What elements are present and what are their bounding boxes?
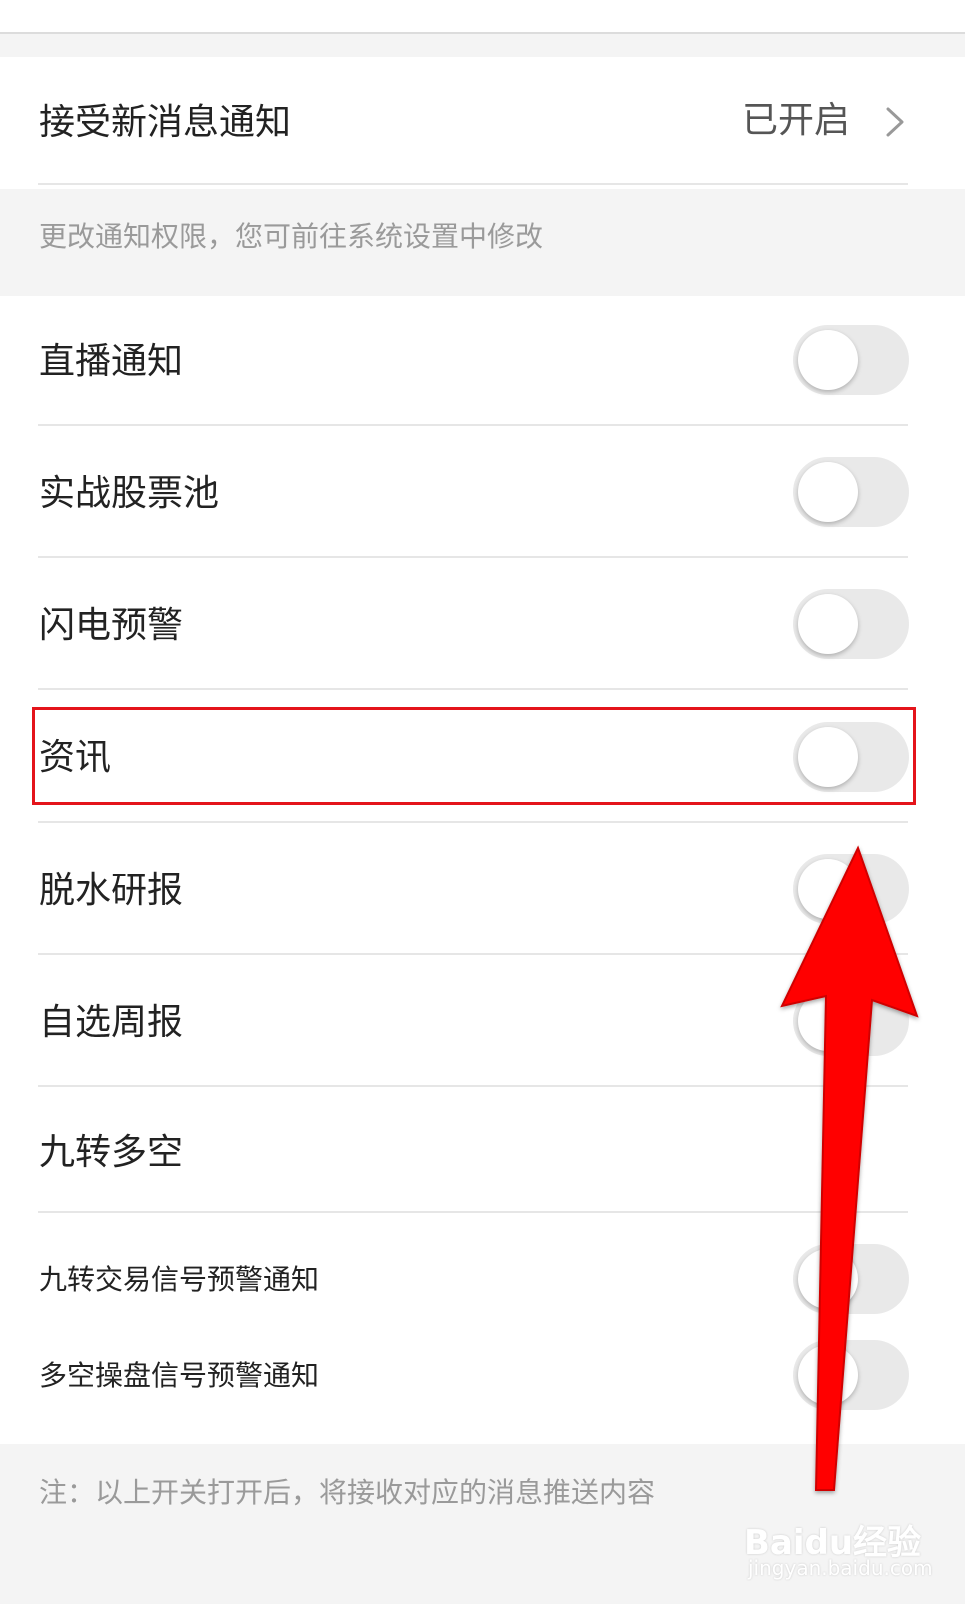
- toggle-knob: [798, 462, 858, 522]
- divider: [38, 1211, 908, 1213]
- toggle-knob: [798, 1249, 858, 1309]
- toggle-knob: [798, 1345, 858, 1405]
- divider: [38, 183, 908, 185]
- divider: [38, 556, 908, 558]
- weekly-report-toggle[interactable]: [793, 986, 909, 1056]
- toggle-label-stock-pool: 实战股票池: [39, 473, 220, 514]
- stock-pool-toggle[interactable]: [793, 457, 909, 527]
- jiuzhuan-signal-toggle[interactable]: [793, 1244, 909, 1314]
- toggle-list: 直播通知 实战股票池 闪电预警 资讯 脱水研报 自选周报 九转多空 九转交易信号…: [0, 296, 965, 1444]
- toggle-knob: [798, 330, 858, 390]
- toggle-label-weekly: 自选周报: [39, 1002, 184, 1043]
- footer-note: 注：以上开关打开后，将接收对应的消息推送内容: [39, 1476, 656, 1509]
- toggle-label-research: 脱水研报: [39, 870, 184, 911]
- flash-alert-toggle[interactable]: [793, 589, 909, 659]
- divider: [38, 1085, 908, 1087]
- research-toggle[interactable]: [793, 854, 909, 924]
- toggle-label-duokong-signal: 多空操盘信号预警通知: [39, 1359, 320, 1392]
- divider: [38, 424, 908, 426]
- live-notification-toggle[interactable]: [793, 325, 909, 395]
- divider: [38, 688, 908, 690]
- divider: [38, 953, 908, 955]
- permission-hint: 更改通知权限，您可前往系统设置中修改: [39, 220, 544, 253]
- top-bar: [0, 0, 965, 34]
- receive-notifications-status: 已开启: [742, 100, 851, 141]
- watermark-url: jingyan.baidu.com: [748, 1556, 933, 1580]
- toggle-knob: [798, 594, 858, 654]
- section-title-jiuzhuan: 九转多空: [39, 1132, 184, 1173]
- duokong-signal-toggle[interactable]: [793, 1340, 909, 1410]
- receive-notifications-label: 接受新消息通知: [39, 102, 292, 143]
- toggle-label-jiuzhuan-signal: 九转交易信号预警通知: [39, 1263, 320, 1296]
- toggle-label-flash-alert: 闪电预警: [39, 605, 184, 646]
- chevron-right-icon: [882, 105, 908, 143]
- toggle-knob: [798, 991, 858, 1051]
- highlight-box: [32, 707, 916, 805]
- receive-notifications-row[interactable]: 接受新消息通知 已开启: [0, 57, 965, 189]
- toggle-label-live: 直播通知: [39, 341, 184, 382]
- toggle-knob: [798, 859, 858, 919]
- divider: [38, 821, 908, 823]
